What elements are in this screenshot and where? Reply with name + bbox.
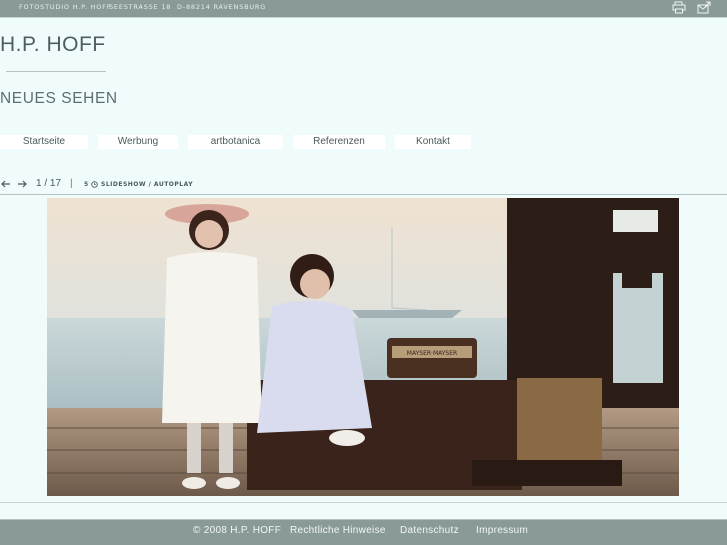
photo-image[interactable]: MAYSER·MAYSER: [47, 198, 679, 496]
top-bar: Fotostudio H.P. Hoff Seestraße 18 D-8821…: [0, 0, 727, 17]
tagline: NEUES SEHEN: [0, 90, 118, 107]
site-title[interactable]: H.P. HOFF: [0, 33, 106, 57]
trunk-label: MAYSER·MAYSER: [407, 350, 457, 357]
separator: |: [70, 178, 73, 189]
footer-copyright: © 2008 H.P. HOFF: [193, 525, 282, 536]
printer-icon[interactable]: [672, 1, 686, 14]
clock-icon[interactable]: [91, 181, 98, 188]
nav-item-referenzen[interactable]: Referenzen: [293, 135, 385, 149]
top-divider: [0, 17, 727, 18]
slideshow-autoplay-link[interactable]: Slideshow / Autoplay: [101, 181, 193, 188]
nav-item-startseite[interactable]: Startseite: [0, 135, 88, 149]
footer-link-legal[interactable]: Rechtliche Hinweise: [290, 525, 386, 536]
arrow-right-icon[interactable]: [16, 178, 28, 190]
mail-icon[interactable]: [697, 1, 711, 14]
photo-canvas: MAYSER·MAYSER: [47, 198, 679, 496]
street-address: Seestraße 18: [109, 3, 172, 11]
nav-item-kontakt[interactable]: Kontakt: [395, 135, 471, 149]
nav-item-artbotanica[interactable]: artbotanica: [188, 135, 283, 149]
studio-name: Fotostudio H.P. Hoff: [19, 3, 112, 11]
slideshow-interval: 5: [84, 181, 89, 188]
nav-item-werbung[interactable]: Werbung: [98, 135, 178, 149]
content-divider: [0, 502, 727, 503]
arrow-left-icon[interactable]: [0, 178, 12, 190]
slide-counter: 1 / 17: [36, 178, 62, 189]
city-address: D-88214 Ravensburg: [177, 3, 267, 11]
controls-divider: [0, 194, 727, 195]
footer-link-imprint[interactable]: Impressum: [476, 525, 528, 536]
footer-link-privacy[interactable]: Datenschutz: [400, 525, 459, 536]
title-underline: [6, 71, 106, 72]
